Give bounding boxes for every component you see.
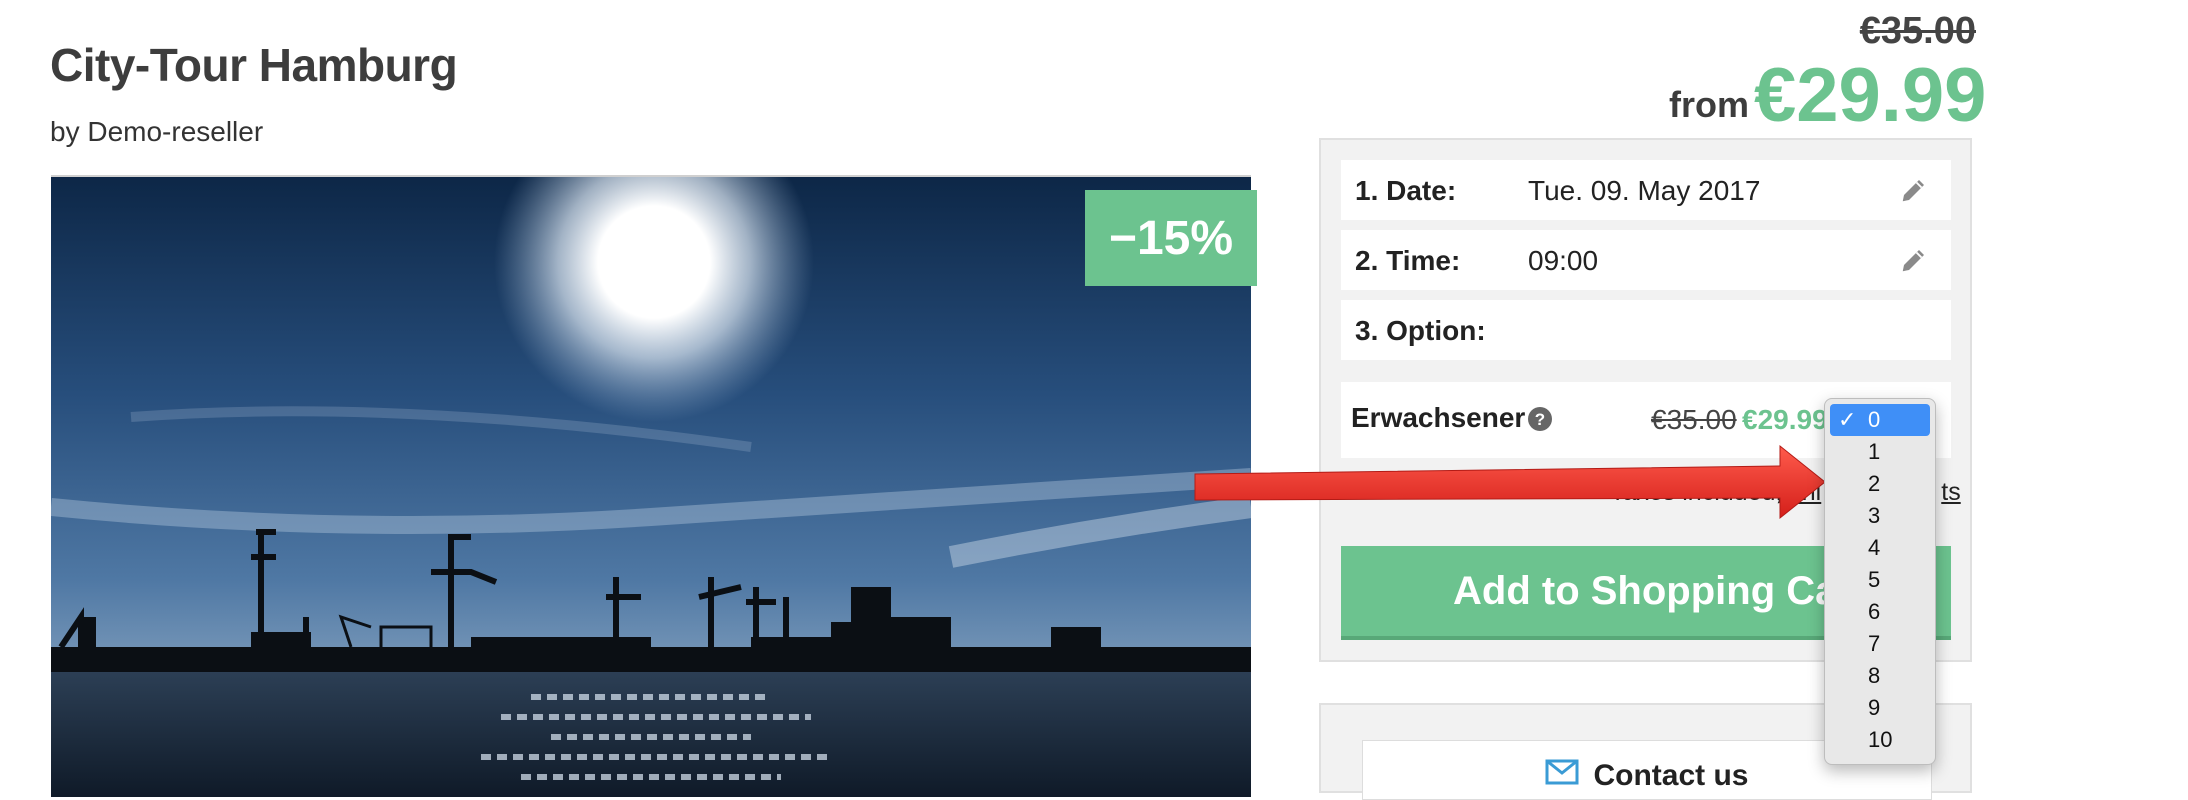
shipping-link-tail[interactable]: ts	[1941, 478, 1960, 506]
quantity-option-label: 4	[1868, 535, 1881, 560]
quantity-option-label: 10	[1868, 727, 1893, 752]
quantity-option-label: 3	[1868, 503, 1881, 528]
time-label: 2. Time:	[1355, 245, 1461, 276]
product-byline: by Demo-reseller	[50, 116, 264, 147]
pencil-icon[interactable]	[1899, 245, 1929, 275]
original-price: €35.00	[1859, 10, 1976, 52]
quantity-option-label: 1	[1868, 439, 1881, 464]
from-label: from	[1669, 84, 1749, 125]
option-row[interactable]: 3. Option:	[1341, 300, 1951, 360]
quantity-option[interactable]: 10	[1825, 724, 1935, 756]
quantity-option-label: 2	[1868, 471, 1881, 496]
harbor-photo	[51, 177, 1251, 797]
date-value: Tue. 09. May 2017	[1528, 175, 1761, 206]
quantity-dropdown[interactable]: ✓ 0 1 2 3 4 5 6 7 8 9 10	[1824, 398, 1936, 765]
contact-label: Contact us	[1593, 759, 1749, 792]
time-value: 09:00	[1528, 245, 1599, 276]
quantity-option[interactable]: 2	[1825, 468, 1935, 500]
product-title: City-Tour Hamburg	[50, 39, 458, 91]
quantity-option-label: 5	[1868, 567, 1881, 592]
quantity-option[interactable]: ✓ 0	[1830, 404, 1930, 436]
time-row[interactable]: 2. Time: 09:00	[1341, 230, 1951, 290]
ticket-old-price: €35.00	[1651, 404, 1737, 435]
date-label: 1. Date:	[1355, 175, 1457, 206]
help-icon[interactable]: ?	[1527, 406, 1553, 432]
quantity-option[interactable]: 7	[1825, 628, 1935, 660]
quantity-option[interactable]: 4	[1825, 532, 1935, 564]
quantity-option-label: 6	[1868, 599, 1881, 624]
quantity-option[interactable]: 6	[1825, 596, 1935, 628]
option-label: 3. Option:	[1355, 315, 1486, 346]
quantity-option[interactable]: 8	[1825, 660, 1935, 692]
quantity-option[interactable]: 3	[1825, 500, 1935, 532]
quantity-option[interactable]: 1	[1825, 436, 1935, 468]
quantity-option-label: 0	[1868, 407, 1881, 432]
sale-price: €29.99	[1754, 53, 1987, 138]
ticket-price: €29.99	[1742, 404, 1828, 435]
quantity-option[interactable]: 9	[1825, 692, 1935, 724]
envelope-icon	[1545, 759, 1579, 785]
checkmark-icon: ✓	[1838, 407, 1857, 432]
pencil-icon[interactable]	[1899, 175, 1929, 205]
quantity-option[interactable]: 5	[1825, 564, 1935, 596]
annotation-arrow-icon	[1194, 444, 1826, 520]
quantity-option-label: 9	[1868, 695, 1881, 720]
date-row[interactable]: 1. Date: Tue. 09. May 2017	[1341, 160, 1951, 220]
ticket-name: Erwachsener	[1351, 402, 1526, 433]
quantity-option-label: 7	[1868, 631, 1881, 656]
product-image[interactable]	[51, 175, 1251, 797]
discount-badge: −15%	[1085, 190, 1257, 286]
svg-text:?: ?	[1535, 410, 1545, 429]
quantity-option-label: 8	[1868, 663, 1881, 688]
